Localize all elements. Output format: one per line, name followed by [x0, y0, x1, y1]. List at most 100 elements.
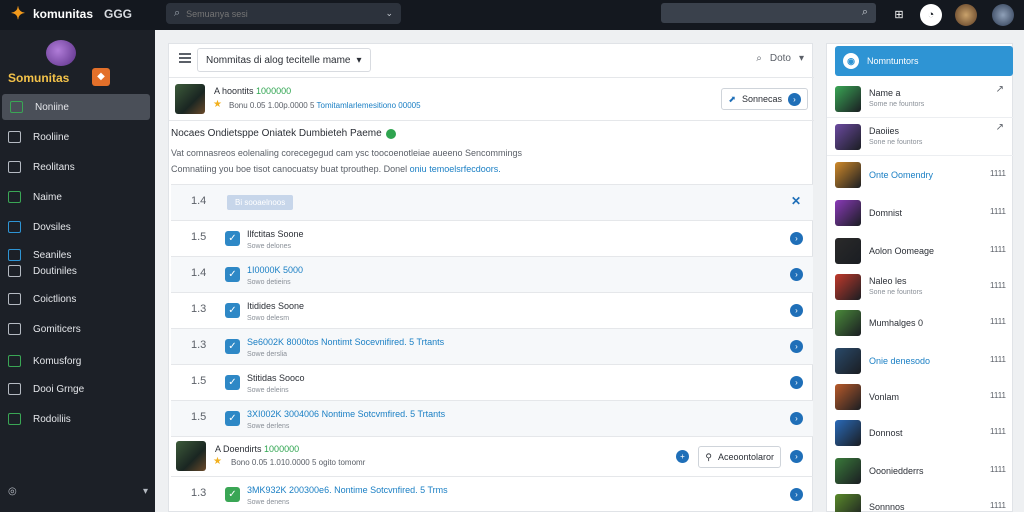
panel-item-title[interactable]: Donnost — [869, 428, 903, 438]
row-title[interactable]: 1I0000K 5000 — [247, 265, 303, 275]
description-link[interactable]: oniu temoelsrfecdoors. — [410, 164, 501, 174]
sidebar-item[interactable]: Dovsiles — [0, 214, 155, 240]
notification-icon[interactable]: ◔ — [920, 4, 942, 26]
collapse-icon[interactable]: ◎ — [8, 486, 17, 497]
panel-item-title[interactable]: Onie denesodo — [869, 356, 930, 366]
search-icon[interactable]: ⌕ — [756, 53, 762, 64]
panel-item-title[interactable]: Name a — [869, 88, 901, 98]
post-card[interactable]: ★ A hoontits 1000000 Bonu 0.05 1.00p.000… — [169, 79, 814, 121]
user-avatar[interactable] — [992, 4, 1014, 26]
chevron-down-icon[interactable]: ⌄ — [385, 8, 393, 19]
thumbnail[interactable] — [835, 494, 861, 512]
panel-item[interactable]: Onte Oomendry 1111 — [827, 158, 1014, 194]
post-author[interactable]: A hoontits 1000000 — [214, 86, 291, 96]
arrow-icon[interactable]: › — [790, 340, 803, 353]
panel-item[interactable]: Name a Some ne fountors ↗ — [827, 82, 1014, 118]
thumbnail[interactable] — [835, 420, 861, 446]
sidebar-item[interactable]: Doutiniles — [0, 258, 155, 284]
panel-item[interactable]: Vonlam 1111 — [827, 380, 1014, 416]
sidebar-item[interactable]: Gomiticers — [0, 316, 155, 342]
panel-item-title[interactable]: Domnist — [869, 208, 902, 218]
panel-item[interactable]: Naleo les Sone ne fountors 1111 — [827, 270, 1014, 306]
panel-item[interactable]: Domnist 1111 — [827, 196, 1014, 232]
panel-item-title[interactable]: Oooniedderrs — [869, 466, 924, 476]
panel-item-title[interactable]: Vonlam — [869, 392, 899, 402]
secondary-search-box[interactable]: ⌕ — [661, 3, 876, 23]
list-item[interactable]: 1.4 ✓ 1I0000K 5000 Sowo detieins › — [171, 257, 813, 293]
more-icon[interactable]: ↗ — [996, 122, 1004, 133]
sidebar-item[interactable]: Rodoiliis — [0, 406, 155, 432]
thumbnail[interactable] — [835, 384, 861, 410]
row-title[interactable]: 3MK932K 200300e6. Nontime Sotcvnfired. 5… — [247, 485, 448, 495]
thumbnail[interactable] — [835, 238, 861, 264]
thumbnail[interactable] — [835, 348, 861, 374]
menu-icon[interactable] — [179, 53, 191, 63]
arrow-icon[interactable]: › — [790, 412, 803, 425]
arrow-icon[interactable]: › — [790, 232, 803, 245]
sidebar-item[interactable]: Rooliine — [0, 124, 155, 150]
panel-item[interactable]: Aolon Oomeage 1111 — [827, 234, 1014, 270]
thumbnail[interactable] — [835, 86, 861, 112]
avatar[interactable] — [955, 4, 977, 26]
search-icon[interactable]: ⌕ — [862, 6, 868, 19]
list-item[interactable]: 1.5 ✓ Stitidas Sooco Sowe deleins › — [171, 365, 813, 401]
sort-label[interactable]: Doto — [770, 53, 791, 64]
arrow-icon[interactable]: › — [790, 304, 803, 317]
panel-item[interactable]: Donnost 1111 — [827, 416, 1014, 452]
sidebar-logo[interactable]: Somunitas ◆ — [6, 38, 146, 88]
arrow-icon[interactable]: › — [790, 450, 803, 463]
thumbnail[interactable] — [835, 162, 861, 188]
follow-button[interactable]: ⚲ Aceoontolaror — [698, 446, 781, 468]
panel-item[interactable]: Oooniedderrs 1111 — [827, 454, 1014, 490]
right-panel-header[interactable]: ◉ Nomntuntors — [835, 46, 1013, 76]
panel-item[interactable]: Mumhalges 0 1111 — [827, 306, 1014, 342]
panel-item[interactable]: Onie denesodo 1111 — [827, 344, 1014, 380]
sidebar-item[interactable]: Komusforg — [0, 348, 155, 374]
sidebar-item[interactable]: Noniine — [2, 94, 150, 120]
post-avatar[interactable] — [175, 84, 205, 114]
sidebar-item[interactable]: Naime — [0, 184, 155, 210]
thumbnail[interactable] — [835, 124, 861, 150]
tag-chip[interactable]: Bi sooaelnoos — [227, 195, 294, 210]
panel-item-title[interactable]: Onte Oomendry — [869, 170, 933, 180]
list-item[interactable]: 1.5 ✓ 3XI002K 3004006 Nontime Sotcvmfired.… — [171, 401, 813, 437]
thumbnail[interactable] — [835, 200, 861, 226]
search-input[interactable] — [186, 8, 380, 19]
brand[interactable]: ✦ komunitas GGG — [8, 4, 132, 24]
more-icon[interactable]: ↗ — [996, 84, 1004, 95]
list-item[interactable]: 1.3 ✓ Itidides Soone Sowo delesm › — [171, 293, 813, 329]
grid-icon[interactable]: ⊞ — [888, 4, 910, 26]
row-title[interactable]: Stitidas Sooco — [247, 373, 305, 383]
row-title[interactable]: Ilfctitas Soone — [247, 229, 304, 239]
arrow-icon[interactable]: › — [790, 488, 803, 501]
add-icon[interactable]: + — [676, 450, 689, 463]
panel-item-title[interactable]: Mumhalges 0 — [869, 318, 923, 328]
filter-dropdown[interactable]: Nommitas di alog tecitelle mame ▾ — [197, 48, 371, 72]
post-card[interactable]: ★ A Doendirts 1000000 Bono 0.05 1.010.0000… — [171, 437, 813, 477]
chevron-down-icon[interactable]: ▾ — [799, 53, 804, 64]
panel-item-title[interactable]: Daoiies — [869, 126, 899, 136]
list-item[interactable]: 1.5 ✓ Ilfctitas Soone Sowe delones › — [171, 221, 813, 257]
panel-item[interactable]: Sonnnos 1111 — [827, 490, 1014, 512]
thumbnail[interactable] — [835, 458, 861, 484]
chevron-down-icon[interactable]: ▾ — [143, 486, 148, 497]
thumbnail[interactable] — [835, 310, 861, 336]
list-item[interactable]: 1.3 ✓ 3MK932K 200300e6. Nontime Sotcvnfire… — [171, 477, 813, 512]
close-icon[interactable]: ✕ — [791, 194, 801, 208]
post-avatar[interactable] — [176, 441, 206, 471]
arrow-icon[interactable]: › — [790, 268, 803, 281]
arrow-icon[interactable]: › — [790, 376, 803, 389]
top-search-box[interactable]: ⌕ ⌄ — [166, 3, 401, 24]
row-title[interactable]: Itidides Soone — [247, 301, 304, 311]
panel-item-title[interactable]: Naleo les — [869, 276, 907, 286]
sidebar-item[interactable]: Reolitans — [0, 154, 155, 180]
list-item[interactable]: 1.3 ✓ Se6002K 8000tos Nontimt Socevnifired… — [171, 329, 813, 365]
sidebar-item[interactable]: Dooi Grnge — [0, 376, 155, 402]
panel-item-title[interactable]: Sonnnos — [869, 502, 905, 512]
sidebar-item[interactable]: Coictlions — [0, 286, 155, 312]
panel-item[interactable]: Daoiies Sone ne fountors ↗ — [827, 120, 1014, 156]
row-title[interactable]: 3XI002K 3004006 Nontime Sotcvmfired. 5 T… — [247, 409, 445, 419]
panel-item-title[interactable]: Aolon Oomeage — [869, 246, 934, 256]
follow-button[interactable]: ⬈ Sonnecas › — [721, 88, 808, 110]
thumbnail[interactable] — [835, 274, 861, 300]
